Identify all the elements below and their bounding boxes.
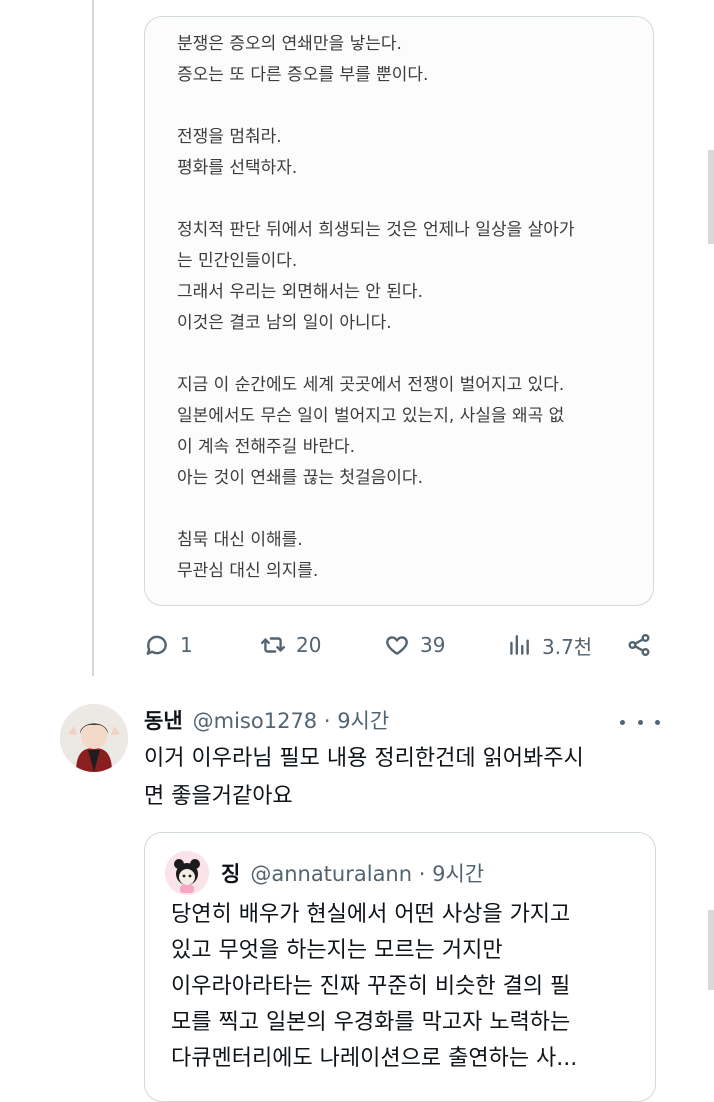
text-line: 아는 것이 연쇄를 끊는 첫걸음이다. bbox=[177, 468, 423, 488]
avatar bbox=[165, 851, 209, 895]
retweet-button[interactable]: 20 bbox=[260, 628, 321, 662]
retweet-icon bbox=[260, 637, 286, 653]
text-line: 당연히 배우가 현실에서 어떤 사상을 가지고 bbox=[171, 902, 571, 927]
user-photo-icon bbox=[60, 704, 128, 772]
text-line: 증오는 또 다른 증오를 부를 뿐이다. bbox=[177, 65, 429, 85]
text-line: 모를 찍고 일본의 우경화를 막고자 노력하는 bbox=[171, 1010, 571, 1035]
share-icon bbox=[628, 633, 650, 657]
post-action-bar: 1 20 39 3.7천 bbox=[144, 628, 664, 662]
text-line: 그래서 우리는 외면해서는 안 된다. bbox=[177, 282, 423, 302]
bar-chart-icon bbox=[510, 635, 529, 655]
views-button[interactable]: 3.7천 bbox=[506, 628, 592, 662]
text-line: 지금 이 순간에도 세계 곳곳에서 전쟁이 벌어지고 있다. bbox=[177, 375, 565, 395]
quoted-post-card[interactable]: 분쟁은 증오의 연쇄만을 낳는다. 증오는 또 다른 증오를 부를 뿐이다. 전… bbox=[144, 16, 654, 606]
avatar[interactable] bbox=[60, 704, 128, 772]
display-name[interactable]: 동낸 bbox=[144, 705, 183, 735]
scrollbar-segment[interactable] bbox=[708, 150, 714, 244]
more-options-button[interactable] bbox=[620, 712, 660, 732]
text-line: 침묵 대신 이해를. bbox=[177, 530, 303, 550]
reply-text: 이거 이우라님 필모 내용 정리한건데 읽어봐주시 면 좋을거같아요 bbox=[144, 740, 674, 816]
share-button[interactable] bbox=[626, 628, 652, 662]
text-line: 면 좋을거같아요 bbox=[144, 784, 293, 809]
text-line: 이 계속 전해주길 바란다. bbox=[177, 437, 356, 457]
handle-and-time: @annaturalann · 9시간 bbox=[250, 862, 485, 886]
view-count: 3.7천 bbox=[542, 634, 593, 659]
reply-count: 1 bbox=[180, 633, 193, 657]
text-line: 평화를 선택하자. bbox=[177, 158, 298, 178]
display-name: 징 bbox=[221, 862, 241, 886]
text-line: 이것은 결코 남의 일이 아니다. bbox=[177, 313, 392, 333]
more-dots-icon bbox=[620, 719, 625, 725]
heart-icon bbox=[386, 636, 408, 655]
quoted-post-text: 분쟁은 증오의 연쇄만을 낳는다. 증오는 또 다른 증오를 부를 뿐이다. 전… bbox=[177, 29, 645, 587]
speech-bubble-icon bbox=[146, 635, 167, 655]
quoted-post-header: 징 @annaturalann · 9시간 bbox=[221, 857, 484, 889]
text-line: 정치적 판단 뒤에서 희생되는 것은 언제나 일상을 살아가 bbox=[177, 220, 575, 240]
handle-and-time[interactable]: @miso1278 · 9시간 bbox=[193, 705, 390, 735]
more-dots-icon bbox=[655, 719, 660, 725]
text-line: 이우라아라타는 진짜 꾸준히 비슷한 결의 필 bbox=[171, 974, 571, 999]
text-line: 전쟁을 멈춰라. bbox=[177, 127, 282, 147]
text-line: 다큐멘터리에도 나레이션으로 출연하는 사... bbox=[171, 1046, 578, 1071]
like-count: 39 bbox=[420, 633, 446, 657]
scrollbar-segment[interactable] bbox=[708, 910, 714, 990]
thread-connector-line bbox=[92, 0, 94, 676]
reply-button[interactable]: 1 bbox=[144, 628, 193, 662]
more-dots-icon bbox=[637, 719, 643, 725]
text-line: 분쟁은 증오의 연쇄만을 낳는다. bbox=[177, 34, 402, 54]
retweet-count: 20 bbox=[296, 633, 322, 657]
text-line: 이거 이우라님 필모 내용 정리한건데 읽어봐주시 bbox=[144, 746, 584, 771]
text-line: 있고 무엇을 하는지는 모르는 거지만 bbox=[171, 938, 503, 963]
text-line: 일본에서도 무슨 일이 벌어지고 있는지, 사실을 왜곡 없 bbox=[177, 406, 565, 426]
quoted-post-text: 당연히 배우가 현실에서 어떤 사상을 가지고 있고 무엇을 하는지는 모르는 … bbox=[171, 897, 651, 1077]
reply-header: 동낸 @miso1278 · 9시간 bbox=[144, 704, 389, 736]
character-avatar-icon bbox=[165, 851, 209, 895]
like-button[interactable]: 39 bbox=[384, 628, 445, 662]
text-line: 는 민간인들이다. bbox=[177, 251, 298, 271]
text-line: 무관심 대신 의지를. bbox=[177, 561, 319, 581]
quoted-post-card[interactable]: 징 @annaturalann · 9시간 당연히 배우가 현실에서 어떤 사상… bbox=[144, 832, 656, 1102]
